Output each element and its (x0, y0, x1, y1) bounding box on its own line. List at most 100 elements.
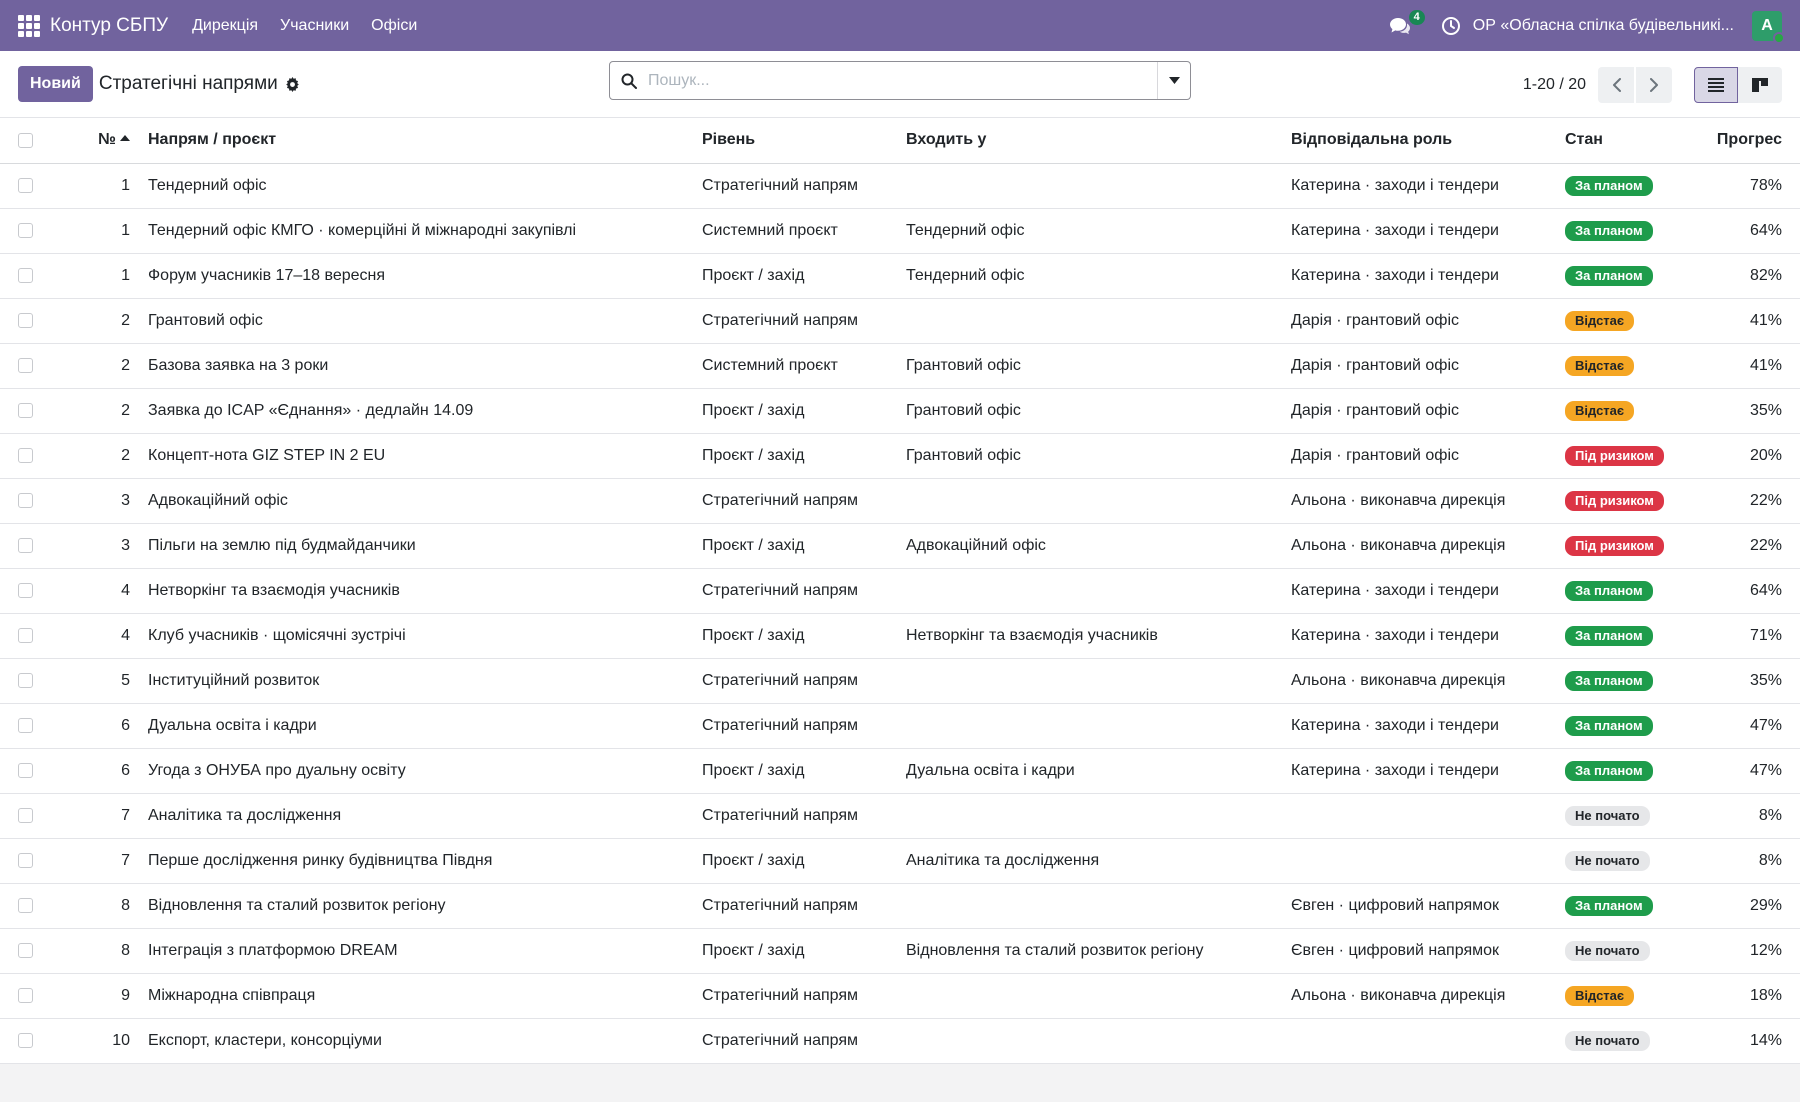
row-select-cell (0, 523, 50, 568)
row-checkbox[interactable] (18, 222, 33, 238)
cell-role: Альона · виконавча дирекція (1291, 491, 1506, 509)
menu-item-offices[interactable]: Офіси (371, 17, 417, 35)
row-checkbox[interactable] (18, 627, 33, 643)
cell-level: Стратегічний напрям (702, 806, 859, 824)
cell-role: Катерина · заходи і тендери (1291, 266, 1499, 284)
main-menu: Дирекція Учасники Офіси (192, 17, 417, 35)
column-header-parent[interactable]: Входить у (898, 118, 1283, 164)
column-header-name[interactable]: Напрям / проєкт (140, 118, 694, 164)
select-all-cell (0, 118, 50, 164)
row-checkbox[interactable] (18, 717, 33, 733)
table-row[interactable]: 7 Аналітика та дослідження Стратегічний на… (0, 793, 1800, 838)
row-checkbox[interactable] (18, 447, 33, 463)
cell-level: Стратегічний напрям (702, 176, 859, 194)
table-row[interactable]: 2 Заявка до ICAP «Єднання» · дедлайн 14.0… (0, 388, 1800, 433)
table-row[interactable]: 9 Міжнародна співпраця Стратегічний напрям… (0, 973, 1800, 1018)
row-checkbox[interactable] (18, 807, 33, 823)
column-header-state[interactable]: Стан (1557, 118, 1682, 164)
row-checkbox[interactable] (18, 177, 33, 193)
messages-button[interactable]: 4 (1385, 9, 1425, 41)
company-switcher[interactable]: ОР «Обласна спілка будівельникі... (1473, 17, 1734, 35)
table-row[interactable]: 2 Базова заявка на 3 роки Системний проєкт… (0, 343, 1800, 388)
search-options-toggle[interactable] (1157, 62, 1190, 99)
cell-state: Під ризиком (1557, 478, 1682, 523)
cell-parent (898, 568, 1283, 613)
row-checkbox[interactable] (18, 1032, 33, 1048)
table-row[interactable]: 3 Адвокаційний офіс Стратегічний напрям Аль… (0, 478, 1800, 523)
table-row[interactable]: 2 Концепт-нота GIZ STEP IN 2 EU Проєкт / з… (0, 433, 1800, 478)
navbar-systray: 4 ОР «Обласна спілка будівельникі... A (1385, 9, 1785, 44)
list-view-button[interactable] (1694, 67, 1738, 103)
row-checkbox[interactable] (18, 402, 33, 418)
table-row[interactable]: 6 Угода з ОНУБА про дуальну освіту Проєкт … (0, 748, 1800, 793)
row-checkbox[interactable] (18, 852, 33, 868)
table-row[interactable]: 1 Тендерний офіс Стратегічний напрям Катери… (0, 163, 1800, 208)
search-input[interactable] (648, 62, 1157, 99)
table-row[interactable]: 4 Нетворкінг та взаємодія учасників Страте… (0, 568, 1800, 613)
menu-item-members[interactable]: Учасники (280, 17, 349, 35)
apps-grid-icon[interactable] (18, 14, 40, 37)
status-badge: За планом (1565, 715, 1653, 736)
cell-num: 2 (121, 446, 130, 464)
cell-level: Проєкт / захід (702, 851, 805, 869)
gear-icon[interactable] (285, 76, 300, 92)
row-checkbox[interactable] (18, 537, 33, 553)
row-checkbox[interactable] (18, 492, 33, 508)
pager-value[interactable]: 1-20 / 20 (1523, 76, 1586, 94)
row-select-cell (0, 478, 50, 523)
table-header-row: № Напрям / проєкт Рівень Входить у Відпо… (0, 118, 1800, 164)
cell-num: 6 (121, 761, 130, 779)
menu-item-directorate[interactable]: Дирекція (192, 17, 258, 35)
row-checkbox[interactable] (18, 762, 33, 778)
table-row[interactable]: 8 Інтеграція з платформою DREAM Проєкт / з… (0, 928, 1800, 973)
status-badge: За планом (1565, 670, 1653, 691)
column-header-num-label: № (98, 131, 116, 149)
cell-role: Катерина · заходи і тендери (1291, 221, 1499, 239)
cell-role: Катерина · заходи і тендери (1291, 716, 1499, 734)
column-header-progress[interactable]: Прогрес (1682, 118, 1800, 164)
cell-level: Стратегічний напрям (702, 671, 859, 689)
select-all-checkbox[interactable] (18, 132, 33, 148)
column-header-role[interactable]: Відповідальна роль (1283, 118, 1557, 164)
column-header-num[interactable]: № (50, 118, 140, 164)
row-checkbox[interactable] (18, 897, 33, 913)
pager-previous-button[interactable] (1598, 67, 1634, 103)
cell-parent (898, 658, 1283, 703)
sort-ascending-icon (120, 135, 130, 142)
row-checkbox[interactable] (18, 987, 33, 1003)
row-checkbox[interactable] (18, 267, 33, 283)
table-row[interactable]: 1 Тендерний офіс КМГО · комерційні й міжн… (0, 208, 1800, 253)
cell-state: За планом (1557, 163, 1682, 208)
cell-level: Стратегічний напрям (702, 491, 859, 509)
cell-progress: 22% (1749, 491, 1782, 509)
row-checkbox[interactable] (18, 942, 33, 958)
chevron-right-icon (1649, 78, 1658, 92)
user-menu[interactable]: A (1752, 10, 1785, 44)
table-row[interactable]: 7 Перше дослідження ринку будівництва Пів… (0, 838, 1800, 883)
table-row[interactable]: 3 Пільги на землю під будмайданчики Проєкт… (0, 523, 1800, 568)
cell-name: Форум учасників 17–18 вересня (148, 266, 386, 284)
app-brand[interactable]: Контур СБПУ (50, 15, 168, 37)
pager-next-button[interactable] (1636, 67, 1672, 103)
row-select-cell (0, 748, 50, 793)
row-checkbox[interactable] (18, 582, 33, 598)
kanban-view-button[interactable] (1738, 67, 1782, 103)
cell-num: 1 (121, 221, 130, 239)
cell-role: Катерина · заходи і тендери (1291, 761, 1499, 779)
cell-progress: 47% (1749, 716, 1782, 734)
row-checkbox[interactable] (18, 312, 33, 328)
cell-level: Проєкт / захід (702, 401, 805, 419)
row-checkbox[interactable] (18, 672, 33, 688)
row-checkbox[interactable] (18, 357, 33, 373)
activities-button[interactable] (1439, 14, 1463, 38)
table-row[interactable]: 8 Відновлення та сталий розвиток регіону С… (0, 883, 1800, 928)
new-button[interactable]: Новий (18, 66, 93, 102)
table-row[interactable]: 2 Грантовий офіс Стратегічний напрям Дарія … (0, 298, 1800, 343)
table-row[interactable]: 4 Клуб учасників · щомісячні зустрічі Проє… (0, 613, 1800, 658)
status-badge: Під ризиком (1565, 490, 1664, 511)
table-row[interactable]: 1 Форум учасників 17–18 вересня Проєкт / з… (0, 253, 1800, 298)
column-header-level[interactable]: Рівень (694, 118, 898, 164)
table-row[interactable]: 6 Дуальна освіта і кадри Стратегічний напр… (0, 703, 1800, 748)
table-row[interactable]: 5 Інституційний розвиток Стратегічний напр… (0, 658, 1800, 703)
table-row[interactable]: 10 Експорт, кластери, консорціуми Стратегі… (0, 1018, 1800, 1063)
